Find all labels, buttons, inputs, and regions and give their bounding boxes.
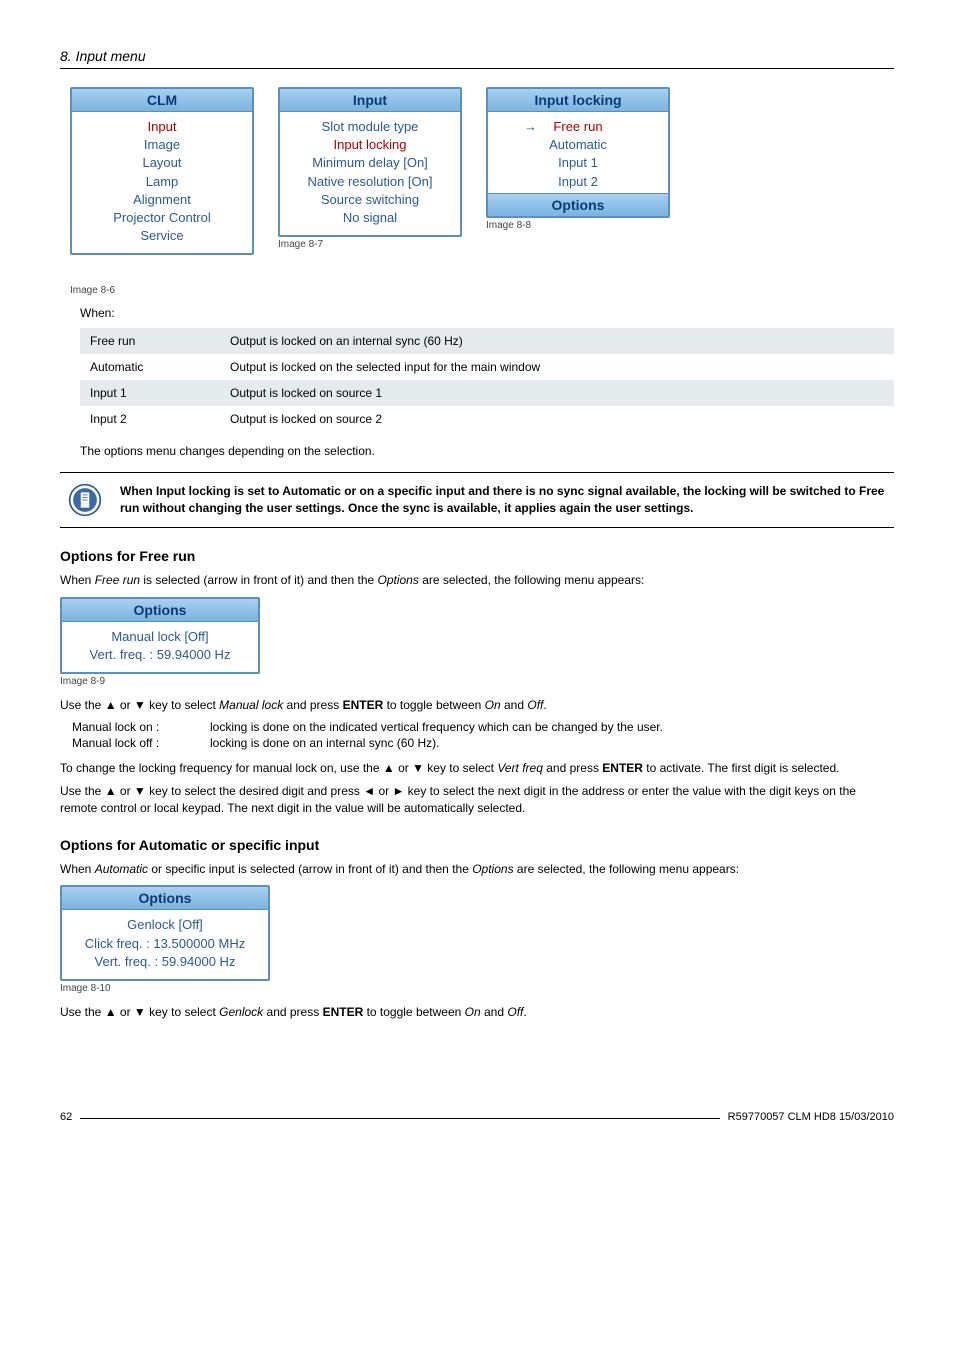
cell-val: Output is locked on an internal sync (60… xyxy=(220,328,894,354)
auto-use: Use the ▲ or ▼ key to select Genlock and… xyxy=(60,1004,894,1021)
menu-item: Input 1 xyxy=(488,154,668,172)
menu-item: Input locking xyxy=(280,136,460,154)
figure-clm: CLM Input Image Layout Lamp Alignment Pr… xyxy=(70,87,254,296)
clm-title: CLM xyxy=(72,89,252,112)
menu-item: Vert. freq. : 59.94000 Hz xyxy=(62,646,258,664)
when-table: Free runOutput is locked on an internal … xyxy=(80,328,894,432)
manual-lock-on-row: Manual lock on : locking is done on the … xyxy=(72,720,894,734)
menu-item: Projector Control xyxy=(72,209,252,227)
input-menu: Input Slot module type Input locking Min… xyxy=(278,87,462,237)
menu-item: Alignment xyxy=(72,191,252,209)
image-caption: Image 8-9 xyxy=(60,676,894,687)
menu-item: Input 2 xyxy=(488,173,668,191)
table-row: Input 1Output is locked on source 1 xyxy=(80,380,894,406)
menu-item: Input xyxy=(72,118,252,136)
menu-title: Options xyxy=(62,887,268,910)
auto-intro: When Automatic or specific input is sele… xyxy=(60,861,894,878)
menu-item: Genlock [Off] xyxy=(62,916,268,934)
cell-val: Output is locked on source 1 xyxy=(220,380,894,406)
doc-id: R59770057 CLM HD8 15/03/2010 xyxy=(728,1111,894,1123)
menu-item-label: Free run xyxy=(553,119,602,134)
cell-key: Input 1 xyxy=(80,380,220,406)
options-changes-text: The options menu changes depending on th… xyxy=(80,444,894,458)
menu-title: Options xyxy=(62,599,258,622)
menu-item: Slot module type xyxy=(280,118,460,136)
table-row: Input 2Output is locked on source 2 xyxy=(80,406,894,432)
figure-locking: Input locking → Free run Automatic Input… xyxy=(486,87,670,231)
menu-item: Native resolution [On] xyxy=(280,173,460,191)
manual-lock-off-row: Manual lock off : locking is done on an … xyxy=(72,736,894,750)
kv-key: Manual lock on : xyxy=(72,720,192,734)
auto-menu-wrap: Options Genlock [Off] Click freq. : 13.5… xyxy=(60,885,894,981)
freerun-options-menu: Options Manual lock [Off] Vert. freq. : … xyxy=(60,597,260,674)
menu-item: Vert. freq. : 59.94000 Hz xyxy=(62,953,268,971)
menu-item: No signal xyxy=(280,209,460,227)
auto-heading: Options for Automatic or specific input xyxy=(60,837,894,853)
menu-item: Manual lock [Off] xyxy=(62,628,258,646)
cell-val: Output is locked on the selected input f… xyxy=(220,354,894,380)
freerun-digits: Use the ▲ or ▼ key to select the desired… xyxy=(60,783,894,817)
freerun-intro: When Free run is selected (arrow in fron… xyxy=(60,572,894,589)
cell-val: Output is locked on source 2 xyxy=(220,406,894,432)
table-row: AutomaticOutput is locked on the selecte… xyxy=(80,354,894,380)
when-label: When: xyxy=(80,306,894,320)
menu-item: Lamp xyxy=(72,173,252,191)
menu-item: → Free run xyxy=(488,118,668,136)
footer-rule xyxy=(80,1118,719,1119)
freerun-change: To change the locking frequency for manu… xyxy=(60,760,894,777)
image-caption: Image 8-10 xyxy=(60,983,894,994)
freerun-menu-wrap: Options Manual lock [Off] Vert. freq. : … xyxy=(60,597,894,674)
kv-key: Manual lock off : xyxy=(72,736,192,750)
menu-item: Service xyxy=(72,227,252,245)
input-title: Input xyxy=(280,89,460,112)
arrow-right-icon: → xyxy=(524,118,537,136)
cell-key: Automatic xyxy=(80,354,220,380)
locking-menu: Input locking → Free run Automatic Input… xyxy=(486,87,670,218)
note-text: When Input locking is set to Automatic o… xyxy=(120,483,894,515)
image-caption: Image 8-6 xyxy=(70,285,254,296)
cell-key: Free run xyxy=(80,328,220,354)
auto-options-menu: Options Genlock [Off] Click freq. : 13.5… xyxy=(60,885,270,981)
figure-input: Input Slot module type Input locking Min… xyxy=(278,87,462,250)
locking-title: Input locking xyxy=(488,89,668,112)
freerun-use: Use the ▲ or ▼ key to select Manual lock… xyxy=(60,697,894,714)
note-box: When Input locking is set to Automatic o… xyxy=(60,472,894,528)
menu-item: Image xyxy=(72,136,252,154)
image-caption: Image 8-8 xyxy=(486,220,670,231)
clm-menu: CLM Input Image Layout Lamp Alignment Pr… xyxy=(70,87,254,255)
menu-item: Source switching xyxy=(280,191,460,209)
options-footer: Options xyxy=(488,193,668,216)
kv-val: locking is done on an internal sync (60 … xyxy=(210,736,439,750)
image-caption: Image 8-7 xyxy=(278,239,462,250)
cell-key: Input 2 xyxy=(80,406,220,432)
kv-val: locking is done on the indicated vertica… xyxy=(210,720,663,734)
note-icon xyxy=(68,483,102,517)
section-header: 8. Input menu xyxy=(60,48,894,69)
menu-item: Click freq. : 13.500000 MHz xyxy=(62,935,268,953)
freerun-heading: Options for Free run xyxy=(60,548,894,564)
table-row: Free runOutput is locked on an internal … xyxy=(80,328,894,354)
page-footer: 62 R59770057 CLM HD8 15/03/2010 xyxy=(60,1111,894,1123)
menu-item: Layout xyxy=(72,154,252,172)
figures-row: CLM Input Image Layout Lamp Alignment Pr… xyxy=(70,87,894,296)
menu-item: Minimum delay [On] xyxy=(280,154,460,172)
menu-item: Automatic xyxy=(488,136,668,154)
page-number: 62 xyxy=(60,1111,72,1123)
